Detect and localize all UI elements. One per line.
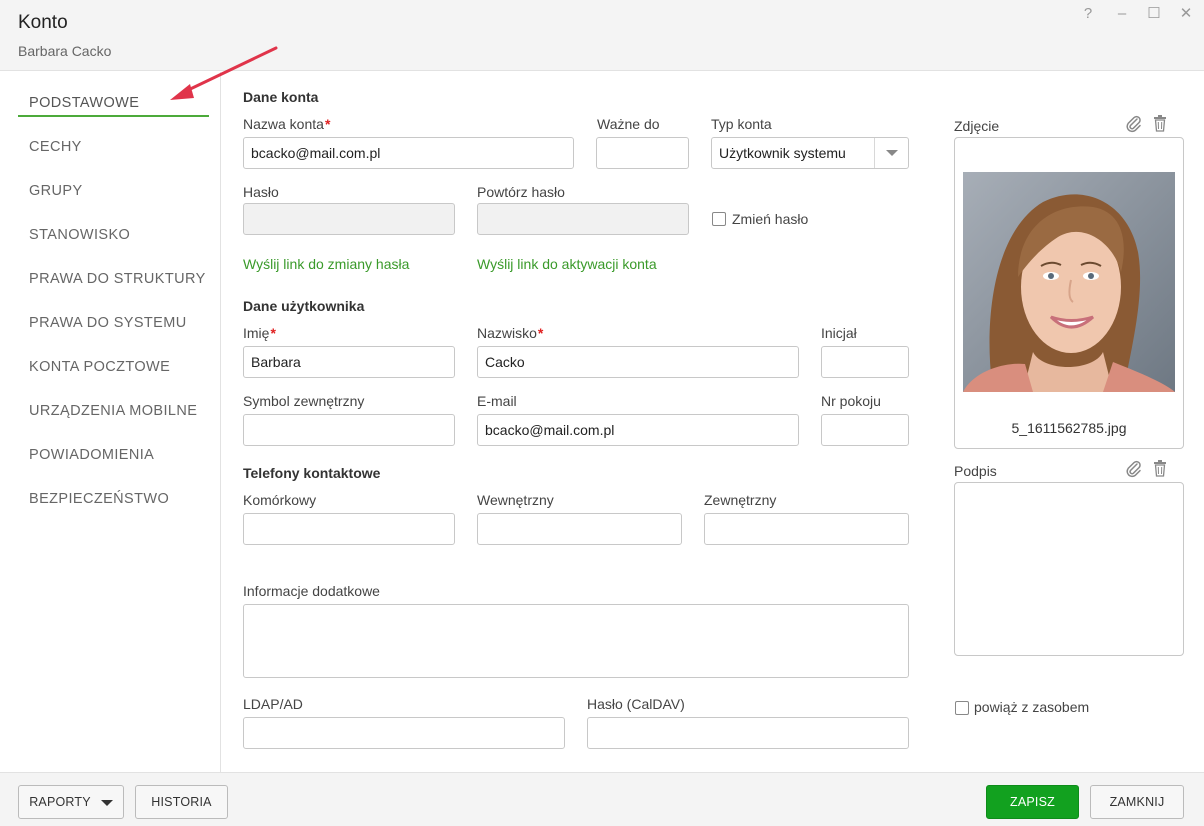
ldap-label: LDAP/AD (243, 696, 303, 712)
external-phone-label: Zewnętrzny (704, 492, 777, 508)
internal-phone-input[interactable] (477, 513, 682, 545)
chevron-down-icon[interactable] (874, 138, 908, 168)
reports-button[interactable]: RAPORTY (18, 785, 124, 819)
required-marker: * (324, 116, 331, 132)
sidebar: PODSTAWOWE CECHY GRUPY STANOWISKO PRAWA … (0, 72, 221, 772)
mobile-phone-input[interactable] (243, 513, 455, 545)
account-type-select[interactable]: Użytkownik systemu (711, 137, 909, 169)
save-button[interactable]: ZAPISZ (986, 785, 1079, 819)
change-password-checkbox[interactable] (712, 212, 726, 226)
last-name-label: Nazwisko* (477, 325, 544, 341)
signature-panel[interactable] (954, 482, 1184, 656)
change-password-label[interactable]: Zmień hasło (732, 211, 808, 227)
trash-icon[interactable] (1151, 114, 1169, 132)
user-photo (963, 172, 1175, 392)
sidebar-item-konta-pocztowe[interactable]: KONTA POCZTOWE (29, 359, 170, 375)
trash-icon[interactable] (1151, 459, 1169, 477)
photo-label: Zdjęcie (954, 118, 1000, 134)
history-button[interactable]: HISTORIA (135, 785, 228, 819)
repeat-password-input (477, 203, 689, 235)
user-section-title: Dane użytkownika (243, 298, 365, 314)
sidebar-item-urzadzenia-mobilne[interactable]: URZĄDZENIA MOBILNE (29, 403, 197, 419)
caldav-password-label: Hasło (CalDAV) (587, 696, 685, 712)
link-resource-checkbox[interactable] (955, 701, 969, 715)
required-marker: * (537, 325, 544, 341)
caldav-password-input[interactable] (587, 717, 909, 749)
valid-to-label: Ważne do (597, 116, 660, 132)
caret-down-icon (100, 799, 113, 806)
internal-phone-label: Wewnętrzny (477, 492, 554, 508)
required-marker: * (270, 325, 276, 341)
repeat-password-label: Powtórz hasło (477, 184, 565, 200)
initial-label: Inicjał (821, 325, 857, 341)
external-phone-input[interactable] (704, 513, 909, 545)
close-button[interactable]: ZAMKNIJ (1090, 785, 1184, 819)
signature-label: Podpis (954, 463, 997, 479)
sidebar-item-bezpieczenstwo[interactable]: BEZPIECZEŃSTWO (29, 491, 169, 507)
ldap-input[interactable] (243, 717, 565, 749)
photo-panel[interactable]: 5_1611562785.jpg (954, 137, 1184, 449)
minimize-icon[interactable]: – (1112, 3, 1132, 25)
maximize-icon[interactable]: ☐ (1144, 3, 1164, 25)
last-name-input[interactable]: Cacko (477, 346, 799, 378)
sidebar-item-podstawowe[interactable]: PODSTAWOWE (29, 95, 139, 111)
paperclip-icon[interactable] (1125, 115, 1143, 133)
mobile-phone-label: Komórkowy (243, 492, 317, 508)
reports-button-label: RAPORTY (29, 795, 91, 809)
email-label: E-mail (477, 393, 517, 409)
phones-section-title: Telefony kontaktowe (243, 465, 381, 481)
first-name-label: Imię* (243, 325, 276, 341)
help-icon[interactable]: ? (1078, 3, 1098, 25)
link-resource-label[interactable]: powiąż z zasobem (974, 699, 1089, 715)
active-tab-indicator (18, 115, 209, 117)
additional-info-label: Informacje dodatkowe (243, 583, 380, 599)
password-label: Hasło (243, 184, 279, 200)
send-reset-link[interactable]: Wyślij link do zmiany hasła (243, 256, 409, 272)
footer: RAPORTY HISTORIA ZAPISZ ZAMKNIJ (0, 772, 1204, 826)
sidebar-item-grupy[interactable]: GRUPY (29, 183, 83, 199)
sidebar-item-prawa-do-systemu[interactable]: PRAWA DO SYSTEMU (29, 315, 187, 331)
sidebar-item-cechy[interactable]: CECHY (29, 139, 82, 155)
first-name-input[interactable]: Barbara (243, 346, 455, 378)
external-symbol-input[interactable] (243, 414, 455, 446)
account-type-label: Typ konta (711, 116, 772, 132)
account-section-title: Dane konta (243, 89, 319, 105)
account-name-label: Nazwa konta* (243, 116, 331, 132)
valid-to-input[interactable] (596, 137, 689, 169)
initial-input[interactable] (821, 346, 909, 378)
photo-filename: 5_1611562785.jpg (1011, 420, 1127, 436)
send-activation-link[interactable]: Wyślij link do aktywacji konta (477, 256, 657, 272)
room-input[interactable] (821, 414, 909, 446)
email-input[interactable]: bcacko@mail.com.pl (477, 414, 799, 446)
account-type-value: Użytkownik systemu (719, 145, 846, 161)
paperclip-icon[interactable] (1125, 460, 1143, 478)
account-name-input[interactable]: bcacko@mail.com.pl (243, 137, 574, 169)
external-symbol-label: Symbol zewnętrzny (243, 393, 365, 409)
window-title: Konto (18, 12, 68, 33)
password-input (243, 203, 455, 235)
close-icon[interactable]: ✕ (1176, 3, 1196, 25)
additional-info-textarea[interactable] (243, 604, 909, 678)
room-label: Nr pokoju (821, 393, 881, 409)
window-subtitle: Barbara Cacko (18, 43, 112, 59)
sidebar-item-stanowisko[interactable]: STANOWISKO (29, 227, 130, 243)
sidebar-item-prawa-do-struktury[interactable]: PRAWA DO STRUKTURY (29, 271, 206, 287)
sidebar-item-powiadomienia[interactable]: POWIADOMIENIA (29, 447, 154, 463)
